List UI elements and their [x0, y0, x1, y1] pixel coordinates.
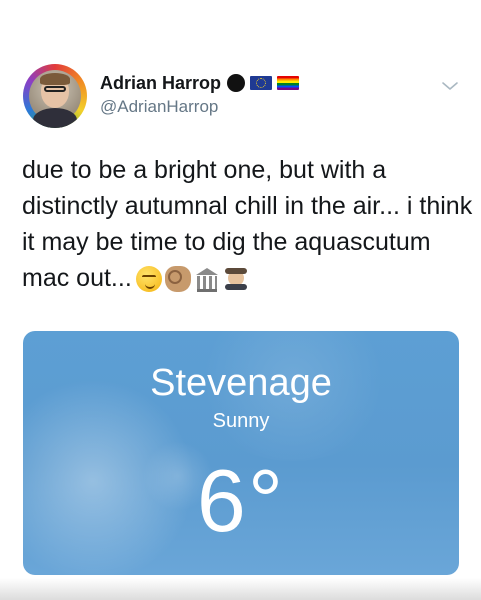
eu-flag-icon: [250, 76, 273, 90]
author-handle[interactable]: @AdrianHarrop: [100, 97, 218, 117]
tweet-text-line: due to be a bright one, but with a: [22, 156, 387, 184]
tweet-text: due to be a bright one, but with a disti…: [22, 152, 473, 297]
author-name-row: Adrian Harrop: [100, 72, 300, 94]
weather-card[interactable]: Stevenage Sunny 6°: [23, 331, 459, 575]
weather-city: Stevenage: [150, 362, 332, 404]
avatar-glasses: [44, 86, 66, 92]
avatar-hair: [40, 73, 70, 85]
black-circle-icon: [227, 74, 246, 92]
weather-condition: Sunny: [212, 410, 270, 432]
detective-emoji: [222, 266, 249, 293]
tweet-text-line: mac out...: [22, 264, 132, 292]
tweet-text-line: distinctly autumnal chill in the air... …: [22, 192, 473, 220]
author-name[interactable]: Adrian Harrop: [100, 73, 221, 94]
emoji-row: [135, 261, 252, 297]
ok-hand-emoji: [164, 266, 191, 293]
tweet-text-last-line: mac out...: [22, 260, 462, 297]
chevron-down-icon[interactable]: [441, 80, 459, 92]
avatar[interactable]: [23, 64, 87, 128]
smirking-face-emoji: [135, 266, 162, 293]
avatar-body: [33, 108, 77, 128]
rainbow-flag-icon: [277, 76, 300, 90]
tweet-text-line: it may be time to dig the aquascutum: [22, 228, 431, 256]
tweet-card: Adrian Harrop @AdrianHarrop due to be a …: [0, 0, 481, 600]
bottom-edge-shadow: [0, 578, 481, 600]
classical-building-emoji: [193, 266, 220, 293]
weather-temperature: 6°: [196, 451, 286, 550]
